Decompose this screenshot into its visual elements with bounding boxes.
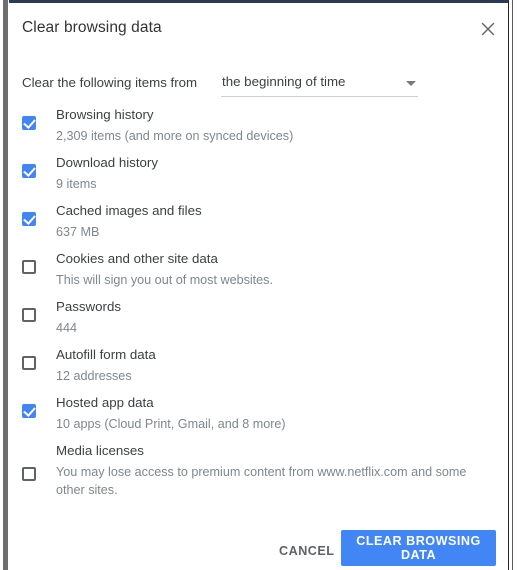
data-type-list: Browsing history 2,309 items (and more on… (9, 107, 508, 509)
time-range-label: Clear the following items from (22, 75, 198, 90)
checkbox-download-history[interactable] (22, 164, 36, 178)
data-type-description: 444 (56, 321, 78, 335)
dialog-header: Clear browsing data (9, 3, 508, 59)
data-type-description: 2,309 items (and more on synced devices) (56, 129, 294, 143)
data-type-row[interactable]: Browsing history 2,309 items (and more on… (9, 107, 508, 155)
data-type-title: Media licenses (56, 443, 144, 458)
clear-browsing-data-button[interactable]: CLEAR BROWSING DATA (341, 530, 496, 566)
time-range-row: Clear the following items from the begin… (22, 72, 496, 98)
dialog-title: Clear browsing data (22, 19, 162, 36)
page-behind-dialog (0, 0, 9, 570)
check-icon (23, 164, 36, 177)
check-icon (23, 212, 36, 225)
check-icon (23, 404, 36, 417)
close-icon[interactable] (476, 17, 500, 41)
data-type-description: 9 items (56, 177, 97, 191)
dialog-right-edge (512, 0, 517, 570)
clear-browsing-data-dialog: Clear browsing data Clear the following … (9, 0, 509, 570)
data-type-description: 637 MB (56, 225, 100, 239)
time-range-value: the beginning of time (222, 74, 346, 89)
data-type-row[interactable]: Cookies and other site data This will sig… (9, 251, 508, 299)
checkbox-passwords[interactable] (22, 308, 36, 322)
checkbox-media-licenses[interactable] (22, 467, 36, 481)
dialog-footer: CANCEL CLEAR BROWSING DATA (9, 522, 508, 570)
chevron-down-icon (406, 81, 416, 86)
data-type-title: Cookies and other site data (56, 251, 218, 266)
data-type-row[interactable]: Passwords 444 (9, 299, 508, 347)
data-type-description: 12 addresses (56, 369, 132, 383)
data-type-title: Cached images and files (56, 203, 202, 218)
data-type-row[interactable]: Cached images and files 637 MB (9, 203, 508, 251)
data-type-row[interactable]: Hosted app data 10 apps (Cloud Print, Gma… (9, 395, 508, 443)
data-type-row[interactable]: Autofill form data 12 addresses (9, 347, 508, 395)
checkbox-cookies-and-other-site-data[interactable] (22, 260, 36, 274)
data-type-title: Hosted app data (56, 395, 154, 410)
data-type-row[interactable]: Media licenses You may lose access to pre… (9, 443, 508, 509)
data-type-title: Browsing history (56, 107, 154, 122)
checkbox-browsing-history[interactable] (22, 116, 36, 130)
data-type-row[interactable]: Download history 9 items (9, 155, 508, 203)
check-icon (23, 116, 36, 129)
checkbox-autofill-form-data[interactable] (22, 356, 36, 370)
data-type-description: You may lose access to premium content f… (56, 465, 467, 497)
data-type-description: 10 apps (Cloud Print, Gmail, and 8 more) (56, 417, 286, 431)
checkbox-cached-images-and-files[interactable] (22, 212, 36, 226)
cancel-button[interactable]: CANCEL (271, 538, 342, 564)
data-type-description: This will sign you out of most websites. (56, 273, 273, 287)
data-type-title: Autofill form data (56, 347, 156, 362)
background-page-strip (3, 0, 8, 570)
checkbox-hosted-app-data[interactable] (22, 404, 36, 418)
data-type-title: Passwords (56, 299, 122, 314)
data-type-title: Download history (56, 155, 158, 170)
time-range-select[interactable]: the beginning of time (221, 72, 418, 97)
